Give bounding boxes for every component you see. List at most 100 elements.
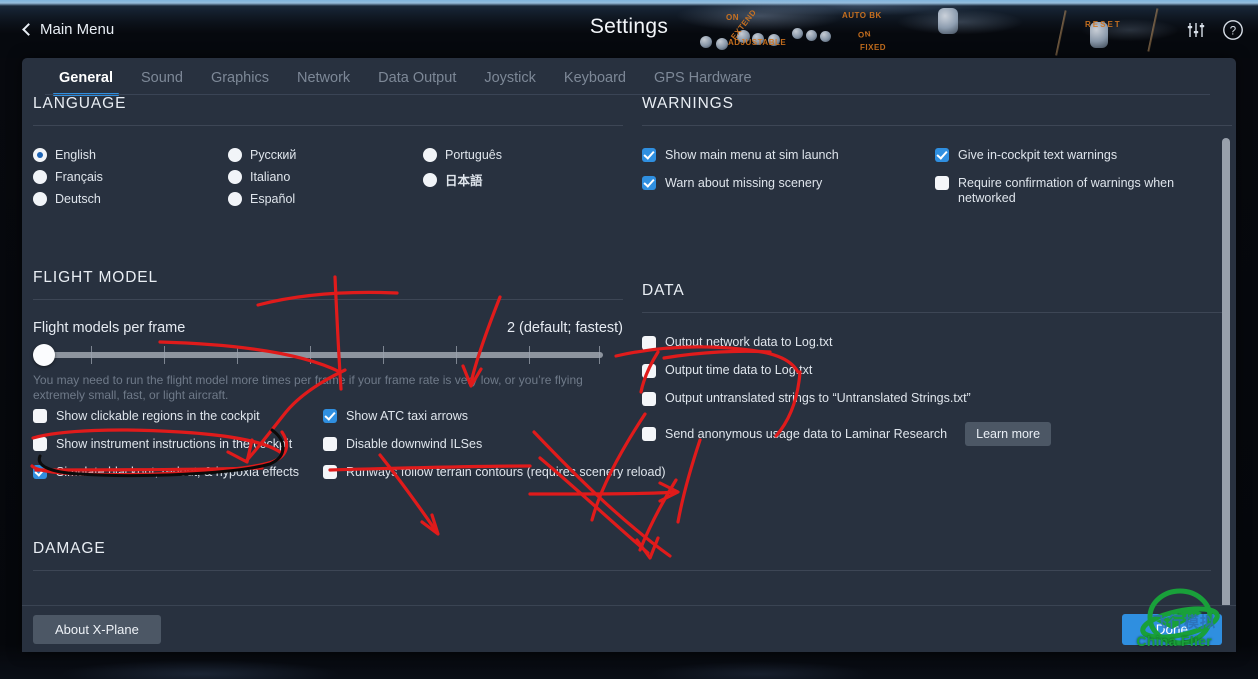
radio-icon — [423, 172, 437, 187]
radio-option-francais[interactable]: Français — [33, 170, 228, 184]
radio-label: Deutsch — [55, 192, 101, 206]
radio-icon — [228, 148, 242, 162]
slider-thumb[interactable] — [33, 344, 55, 366]
tab-joystick[interactable]: Joystick — [470, 70, 550, 95]
slider-label: Flight models per frame — [33, 320, 186, 336]
checkbox-icon — [323, 437, 337, 451]
checkbox-label: Disable downwind ILSes — [346, 437, 483, 451]
section-divider — [642, 125, 1232, 126]
checkbox-give-in-cockpit-warnings[interactable]: Give in-cockpit text warnings — [935, 148, 1215, 163]
radio-label: Español — [250, 192, 296, 206]
page-title: Settings — [589, 15, 669, 38]
settings-content: LANGUAGE English Français Deutsch Русски… — [22, 95, 1236, 605]
checkbox-output-untranslated-strings[interactable]: Output untranslated strings to “Untransl… — [642, 391, 1232, 406]
radio-option-russian[interactable]: Русский — [228, 148, 423, 162]
radio-option-espanol[interactable]: Español — [228, 192, 423, 206]
checkbox-icon — [935, 176, 949, 190]
learn-more-button[interactable]: Learn more — [965, 422, 1052, 446]
radio-icon — [33, 170, 47, 184]
checkbox-label: Require confirmation of warnings when ne… — [958, 176, 1175, 205]
radio-option-deutsch[interactable]: Deutsch — [33, 192, 228, 206]
question-circle-icon[interactable]: ? — [1222, 19, 1244, 46]
radio-label: English — [55, 148, 96, 162]
screen: ON AUTO BK ON FIXED RESET ADJUSTABLE EXT… — [0, 0, 1258, 679]
checkbox-show-atc-taxi-arrows[interactable]: Show ATC taxi arrows — [323, 409, 623, 424]
sliders-icon[interactable] — [1186, 20, 1206, 45]
tab-data-output[interactable]: Data Output — [364, 70, 470, 95]
slider-tick — [383, 346, 384, 364]
radio-icon — [228, 192, 242, 206]
flight-model-checkbox-grid: Show clickable regions in the cockpit Sh… — [33, 409, 666, 493]
section-divider — [33, 125, 623, 126]
damage-section: DAMAGE — [33, 540, 1223, 571]
checkbox-simulate-blackout[interactable]: Simulate blackout, redout, & hypoxia eff… — [33, 465, 323, 480]
warnings-section-title: WARNINGS — [642, 95, 734, 112]
tab-graphics[interactable]: Graphics — [197, 70, 283, 95]
watermark-brand: China Flier — [1136, 633, 1212, 649]
checkbox-runways-follow-terrain[interactable]: Runways follow terrain contours (require… — [323, 465, 666, 480]
checkbox-icon — [642, 427, 656, 441]
watermark-cn-text: 飞行模拟 — [1151, 614, 1216, 631]
checkbox-show-instrument-instructions[interactable]: Show instrument instructions in the cock… — [33, 437, 323, 452]
slider-tick — [91, 346, 92, 364]
slider-value: 2 (default; fastest) — [506, 320, 623, 336]
scrollbar-thumb[interactable] — [1222, 138, 1230, 613]
data-section-title: DATA — [642, 282, 685, 299]
flight-model-section-title: FLIGHT MODEL — [33, 269, 159, 286]
radio-icon — [423, 148, 437, 162]
checkbox-output-time-data[interactable]: Output time data to Log.txt — [642, 363, 1232, 378]
slider-ticks — [33, 346, 603, 364]
checkbox-icon-checked — [935, 148, 949, 162]
about-xplane-button[interactable]: About X-Plane — [33, 615, 161, 644]
slider-tick — [529, 346, 530, 364]
tab-gps-hardware[interactable]: GPS Hardware — [640, 70, 766, 95]
flight-models-slider[interactable] — [33, 344, 623, 366]
data-section: DATA Output network data to Log.txt Outp… — [642, 282, 1232, 446]
checkbox-label: Show clickable regions in the cockpit — [56, 409, 260, 423]
radio-icon-selected — [33, 148, 47, 162]
checkbox-output-network-data[interactable]: Output network data to Log.txt — [642, 335, 1232, 350]
settings-panel: General Sound Graphics Network Data Outp… — [22, 58, 1236, 652]
tab-keyboard[interactable]: Keyboard — [550, 70, 640, 95]
warnings-right: Give in-cockpit text warnings Require co… — [935, 148, 1215, 219]
radio-icon — [228, 170, 242, 184]
checkbox-label: Give in-cockpit text warnings — [958, 148, 1118, 162]
checkbox-show-main-menu-at-launch[interactable]: Show main menu at sim launch — [642, 148, 935, 163]
damage-section-title: DAMAGE — [33, 540, 106, 557]
settings-tab-bar: General Sound Graphics Network Data Outp… — [22, 58, 1236, 96]
checkbox-label: Output untranslated strings to “Untransl… — [665, 391, 971, 405]
tab-general[interactable]: General — [45, 70, 127, 96]
radio-option-portugues[interactable]: Português — [423, 148, 502, 162]
flight-models-per-frame-row: Flight models per frame 2 (default; fast… — [33, 320, 623, 336]
tab-network[interactable]: Network — [283, 70, 364, 95]
slider-help-text: You may need to run the flight model mor… — [33, 373, 583, 402]
scrollbar-track[interactable] — [1222, 102, 1233, 613]
radio-option-japanese[interactable]: 日本語 — [423, 170, 502, 189]
radio-label: Português — [445, 148, 502, 162]
checkbox-show-clickable-regions[interactable]: Show clickable regions in the cockpit — [33, 409, 323, 424]
checkbox-send-anonymous-usage-data[interactable]: Send anonymous usage data to Laminar Res… — [642, 422, 1232, 446]
flight-model-section: FLIGHT MODEL Flight models per frame 2 (… — [33, 269, 666, 493]
checkbox-disable-downwind-ilses[interactable]: Disable downwind ILSes — [323, 437, 623, 452]
tab-sound[interactable]: Sound — [127, 70, 197, 95]
language-radio-grid: English Français Deutsch Русский Italian… — [33, 148, 623, 206]
flight-model-checkboxes-left: Show clickable regions in the cockpit Sh… — [33, 409, 323, 493]
checkbox-require-confirmation-networked[interactable]: Require confirmation of warnings when ne… — [935, 176, 1215, 206]
app-header: Main Menu Settings ? — [0, 0, 1258, 58]
section-divider — [33, 570, 1211, 571]
checkbox-icon — [642, 391, 656, 406]
checkbox-label: Send anonymous usage data to Laminar Res… — [665, 426, 948, 441]
checkbox-icon — [642, 363, 656, 378]
radio-option-italiano[interactable]: Italiano — [228, 170, 423, 184]
section-divider — [33, 299, 623, 300]
slider-tick — [456, 346, 457, 364]
radio-label: Русский — [250, 148, 297, 162]
radio-option-english[interactable]: English — [33, 148, 228, 162]
checkbox-label: Output network data to Log.txt — [665, 335, 833, 349]
checkbox-warn-missing-scenery[interactable]: Warn about missing scenery — [642, 176, 935, 191]
radio-label: Italiano — [250, 170, 291, 184]
checkbox-label: Simulate blackout, redout, & hypoxia eff… — [56, 465, 299, 479]
language-column-3: Português 日本語 — [423, 148, 502, 206]
slider-tick — [310, 346, 311, 364]
svg-text:?: ? — [1230, 25, 1236, 37]
